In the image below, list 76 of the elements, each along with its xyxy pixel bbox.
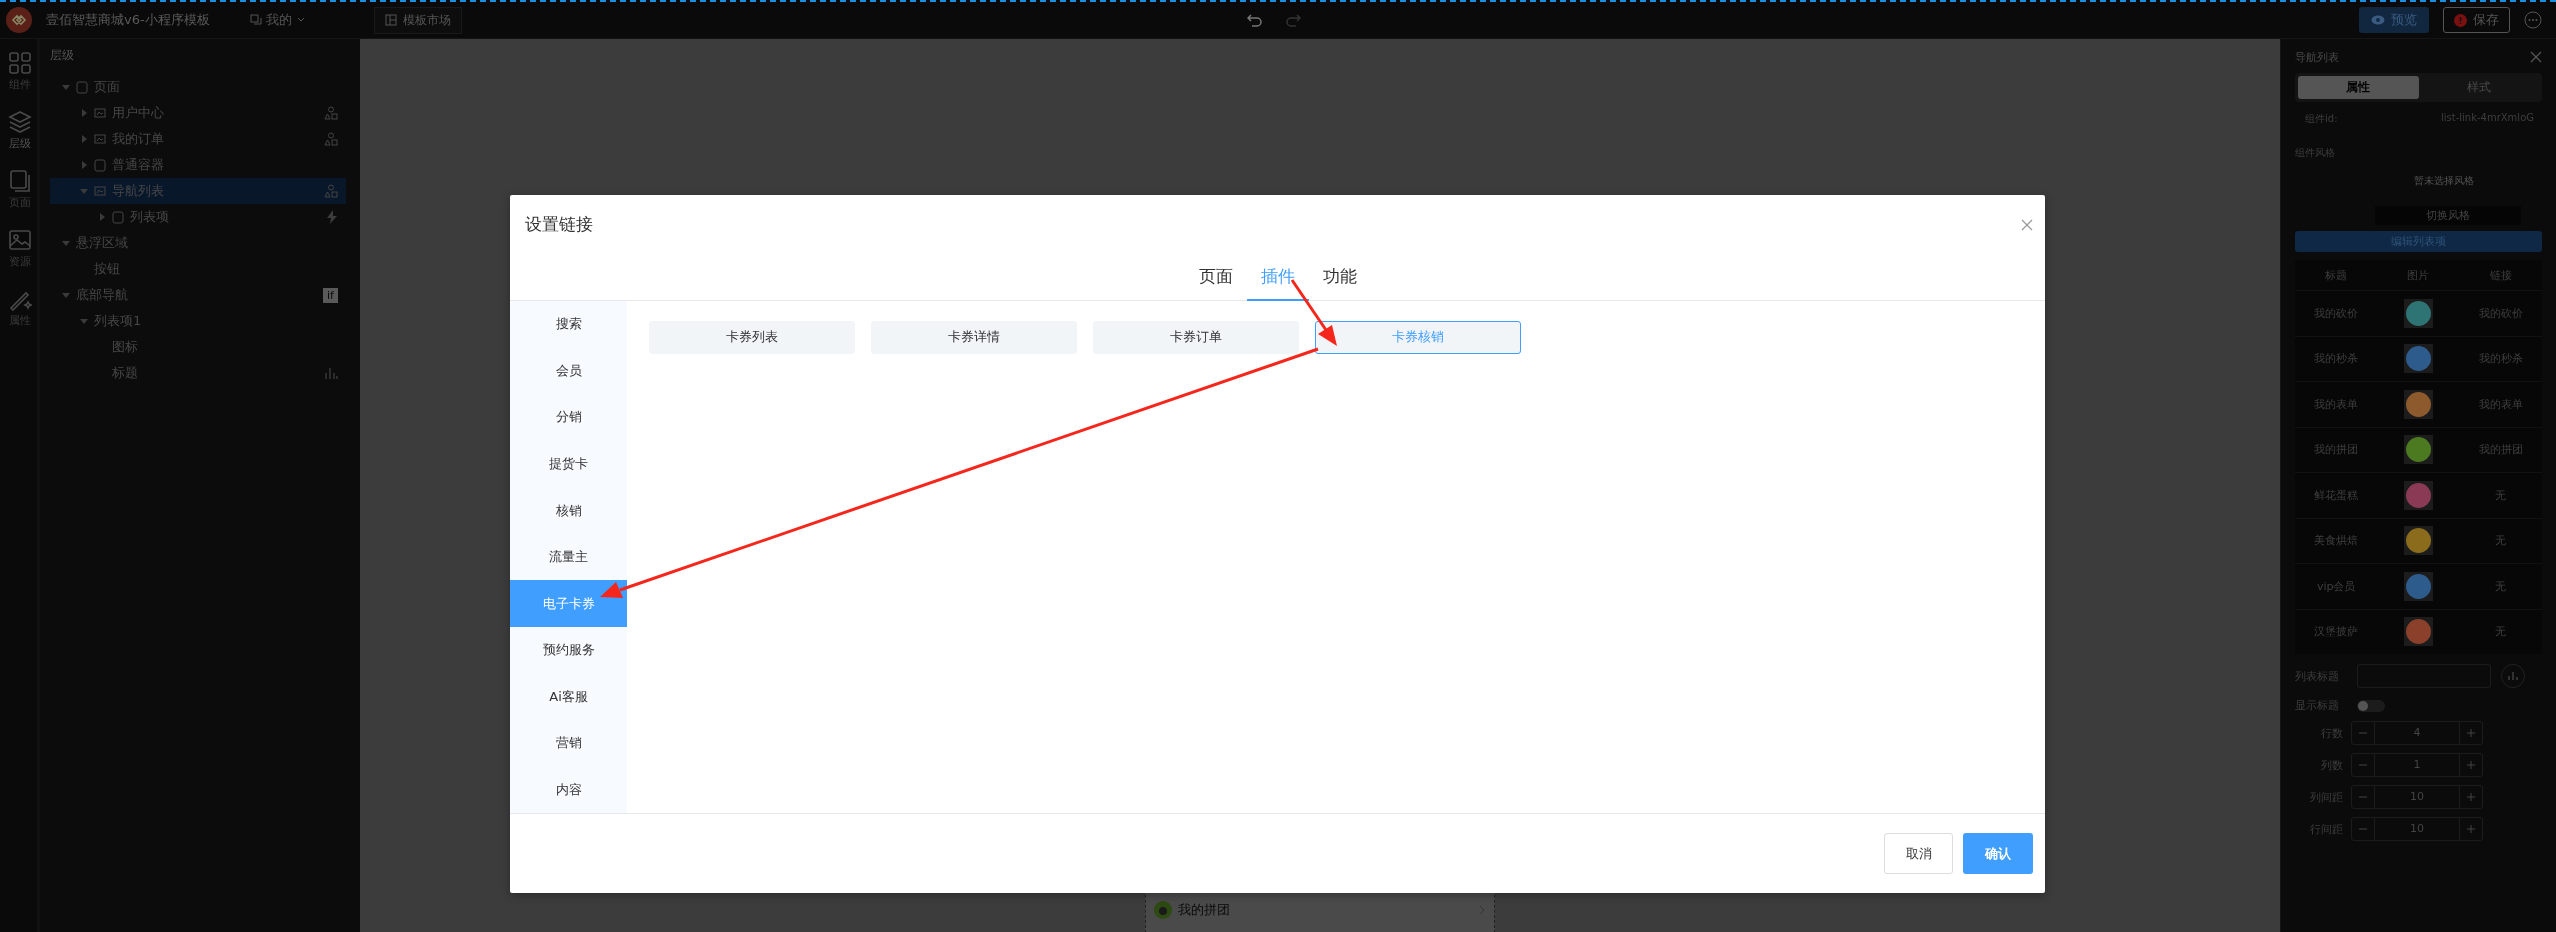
bar-chart-icon[interactable] [2501,664,2525,688]
undo-icon[interactable] [1247,13,1263,27]
confirm-button[interactable]: 确认 [1963,833,2033,875]
image-icon [8,228,32,252]
link-option[interactable]: 卡券详情 [871,320,1077,354]
category-item[interactable]: 流量主 [510,533,627,581]
bar-chart-icon [324,367,338,379]
link-option[interactable]: 卡券订单 [1093,320,1299,354]
panel-tab[interactable]: 属性 [2298,76,2419,99]
dialog-tab[interactable]: 功能 [1308,254,1371,301]
template-market-button[interactable]: 模板市场 [373,6,462,34]
app-title: 壹佰智慧商城v6-小程序模板 [46,11,210,29]
layer-item[interactable]: 列表项 [50,204,346,230]
eye-icon [2371,15,2385,25]
logo-icon [6,7,32,33]
number-stepper[interactable]: 10 [2351,785,2483,809]
shapes-icon [324,106,338,120]
category-item[interactable]: 搜索 [510,300,627,348]
alert-icon [2454,13,2467,27]
grid-icon [8,51,32,75]
category-item[interactable]: 会员 [510,347,627,395]
dialog-title: 设置链接 [525,213,593,237]
caret-icon[interactable] [80,161,88,169]
workspace-dropdown[interactable]: 我的 [243,10,312,30]
square-icon [76,80,88,94]
category-item[interactable]: 核销 [510,487,627,534]
redo-icon[interactable] [1285,13,1301,27]
link-option[interactable]: 卡券列表 [649,320,855,354]
layer-item[interactable]: 导航列表 [50,178,346,204]
number-stepper[interactable]: 4 [2351,721,2483,745]
style-empty-text: 暂未选择风格 [2412,174,2475,188]
shapes-icon [324,132,338,146]
picture-icon [94,186,106,196]
dialog-tab[interactable]: 插件 [1246,254,1309,301]
link-option[interactable]: 卡券核销 [1315,320,1521,354]
shapes-icon [324,184,338,198]
number-stepper[interactable]: 10 [2351,817,2483,841]
caret-icon[interactable] [98,213,106,221]
copy-icon [249,14,262,26]
square-icon [94,158,106,172]
panel-title: 层级 [50,47,75,64]
category-item[interactable]: Ai客服 [510,673,627,721]
layers-icon [8,110,32,134]
cancel-button[interactable]: 取消 [1884,833,1953,875]
caret-icon[interactable] [62,291,70,299]
close-icon[interactable] [2530,51,2542,63]
condition-tag: if [323,287,338,303]
picture-icon [94,134,106,144]
square-icon [112,210,124,224]
category-item[interactable]: 分销 [510,394,627,441]
caret-icon[interactable] [62,83,70,91]
toggle-switch[interactable] [2357,699,2385,712]
number-stepper[interactable]: 1 [2351,753,2483,777]
layer-item[interactable]: 底部导航 if [50,282,346,308]
layer-item[interactable]: 列表项1 [50,308,346,334]
caret-icon[interactable] [80,135,88,143]
caret-icon[interactable] [62,239,70,247]
caret-icon[interactable] [80,317,88,325]
picture-icon [94,108,106,118]
close-icon[interactable] [2021,218,2033,231]
category-item[interactable]: 营销 [510,720,627,767]
category-item[interactable]: 内容 [510,766,627,814]
category-item[interactable]: 提货卡 [510,440,627,488]
layout-icon [384,14,397,26]
category-item[interactable]: 预约服务 [510,627,627,674]
dialog-tab[interactable]: 页面 [1184,254,1247,301]
more-icon[interactable] [2524,11,2542,29]
caret-icon[interactable] [80,187,88,195]
bolt-icon [326,210,338,224]
nav-list-item: 我的拼团 [1146,899,1494,921]
preview-button[interactable]: 预览 [2359,7,2429,33]
category-item[interactable]: 电子卡券 [510,580,627,627]
caret-icon[interactable] [80,109,88,117]
page-icon [8,169,32,193]
save-button[interactable]: 保存 [2443,7,2510,33]
switch-style-button[interactable]: 切换风格 [2374,206,2521,225]
